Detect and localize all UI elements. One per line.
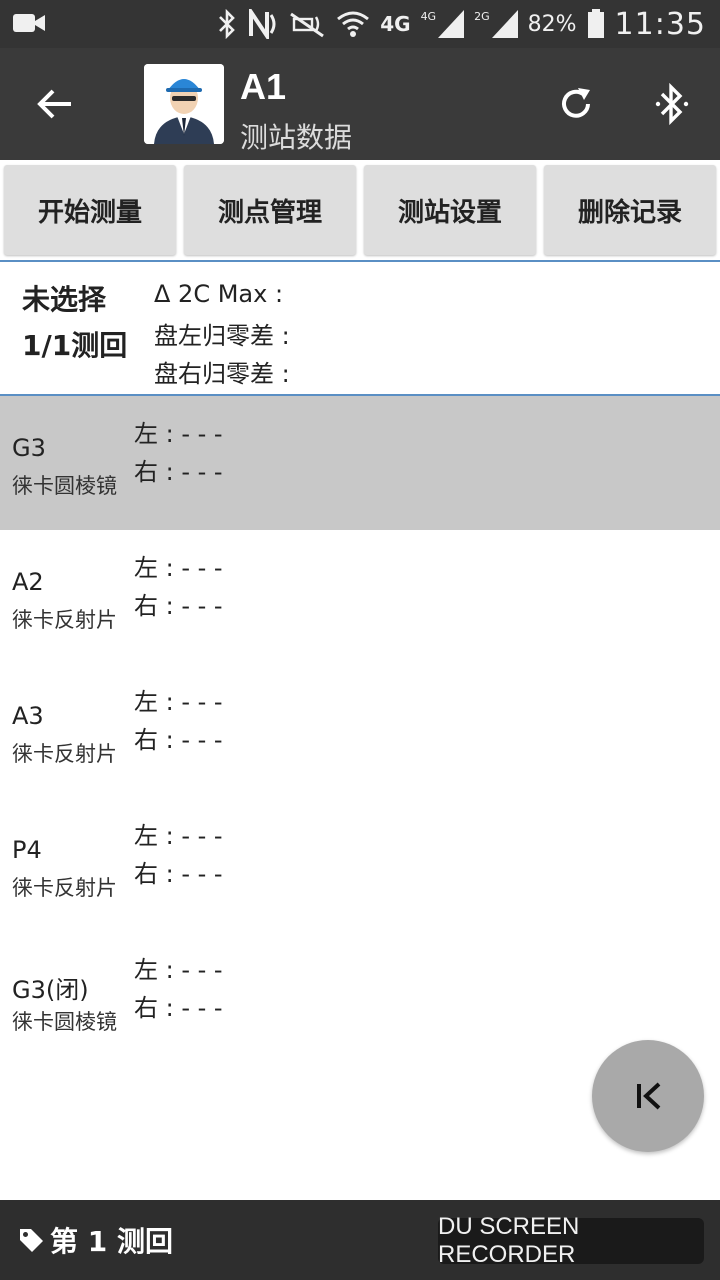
tag-icon	[20, 1229, 43, 1252]
signal-2g: 2G	[474, 10, 518, 38]
video-camera-icon	[13, 14, 45, 32]
right-face-reading: 右 : - - -	[134, 994, 223, 1022]
left-face-reading: 左 : - - -	[134, 956, 223, 984]
right-face-reading: 右 : - - -	[134, 726, 223, 754]
recorder-watermark: DU SCREEN RECORDER	[438, 1213, 704, 1268]
selection-status: 未选择	[22, 283, 107, 316]
network-4g-label: 4G	[380, 12, 411, 36]
refresh-button[interactable]	[552, 78, 600, 130]
signal-4g: 4G	[421, 10, 465, 38]
delete-records-button[interactable]: 删除记录	[544, 165, 716, 255]
right-face-reading: 右 : - - -	[134, 592, 223, 620]
station-settings-button[interactable]: 测站设置	[364, 165, 536, 255]
point-name: A2	[12, 568, 44, 596]
left-zero-diff: 盘左归零差 :	[154, 322, 290, 350]
wifi-icon	[337, 11, 370, 37]
delta-2c-max: Δ 2C Max :	[154, 280, 284, 308]
signal-4g-label: 4G	[420, 10, 437, 23]
signal-icon	[438, 10, 465, 38]
right-face-reading: 右 : - - -	[134, 458, 223, 486]
clock: 11:35	[614, 6, 706, 42]
measurement-summary: 未选择 1/1测回 Δ 2C Max : 盘左归零差 : 盘右归零差 :	[0, 262, 720, 394]
point-row[interactable]: P4 徕卡反射片 左 : - - - 右 : - - -	[0, 798, 720, 932]
prism-type: 徕卡圆棱镜	[12, 1010, 117, 1034]
mute-icon	[290, 12, 325, 38]
status-right: 4G 4G 2G 82% 11:35	[216, 6, 706, 42]
right-face-reading: 右 : - - -	[134, 860, 223, 888]
avatar-icon	[144, 64, 224, 144]
left-face-reading: 左 : - - -	[134, 822, 223, 850]
prism-type: 徕卡反射片	[12, 876, 117, 900]
point-name: G3(闭)	[12, 976, 89, 1004]
right-zero-diff: 盘右归零差 :	[154, 360, 290, 388]
battery-percent: 82%	[527, 11, 577, 37]
toolbar: 开始测量 测点管理 测站设置 删除记录	[0, 160, 720, 260]
first-page-icon	[637, 1082, 661, 1110]
first-page-button[interactable]	[592, 1040, 704, 1152]
prism-type: 徕卡反射片	[12, 742, 117, 766]
point-manage-button[interactable]: 测点管理	[184, 165, 356, 255]
point-row[interactable]: A2 徕卡反射片 左 : - - - 右 : - - -	[0, 530, 720, 664]
prism-type: 徕卡圆棱镜	[12, 474, 117, 498]
battery-icon	[587, 9, 604, 38]
point-name: P4	[12, 836, 42, 864]
app-bar: A1 测站数据	[0, 48, 720, 160]
back-button[interactable]	[30, 82, 80, 126]
signal-2g-label: 2G	[474, 10, 490, 23]
round-count: 1/1测回	[22, 329, 128, 362]
point-name: A3	[12, 702, 44, 730]
prism-type: 徕卡反射片	[12, 608, 117, 632]
point-row[interactable]: G3(闭) 徕卡圆棱镜 左 : - - - 右 : - - -	[0, 932, 720, 1066]
bluetooth-icon	[655, 82, 689, 126]
status-bar: 4G 4G 2G 82% 11:35	[0, 0, 720, 48]
avatar	[144, 64, 224, 144]
left-face-reading: 左 : - - -	[134, 688, 223, 716]
left-face-reading: 左 : - - -	[134, 554, 223, 582]
back-arrow-icon	[37, 89, 71, 119]
page-title: A1	[240, 66, 287, 107]
left-face-reading: 左 : - - -	[134, 420, 223, 448]
status-left	[12, 10, 46, 40]
refresh-icon	[562, 88, 590, 118]
current-round-label: 第 1 测回	[50, 1225, 173, 1258]
signal-icon	[491, 10, 518, 38]
point-row[interactable]: G3 徕卡圆棱镜 左 : - - - 右 : - - -	[0, 396, 720, 530]
nfc-icon	[249, 9, 276, 39]
bluetooth-icon	[219, 9, 236, 39]
point-name: G3	[12, 434, 46, 462]
page-subtitle: 测站数据	[240, 121, 353, 154]
point-row[interactable]: A3 徕卡反射片 左 : - - - 右 : - - -	[0, 664, 720, 798]
bluetooth-button[interactable]	[648, 78, 696, 130]
start-measure-button[interactable]: 开始测量	[4, 165, 176, 255]
current-round[interactable]: 第 1 测回	[18, 1220, 173, 1260]
